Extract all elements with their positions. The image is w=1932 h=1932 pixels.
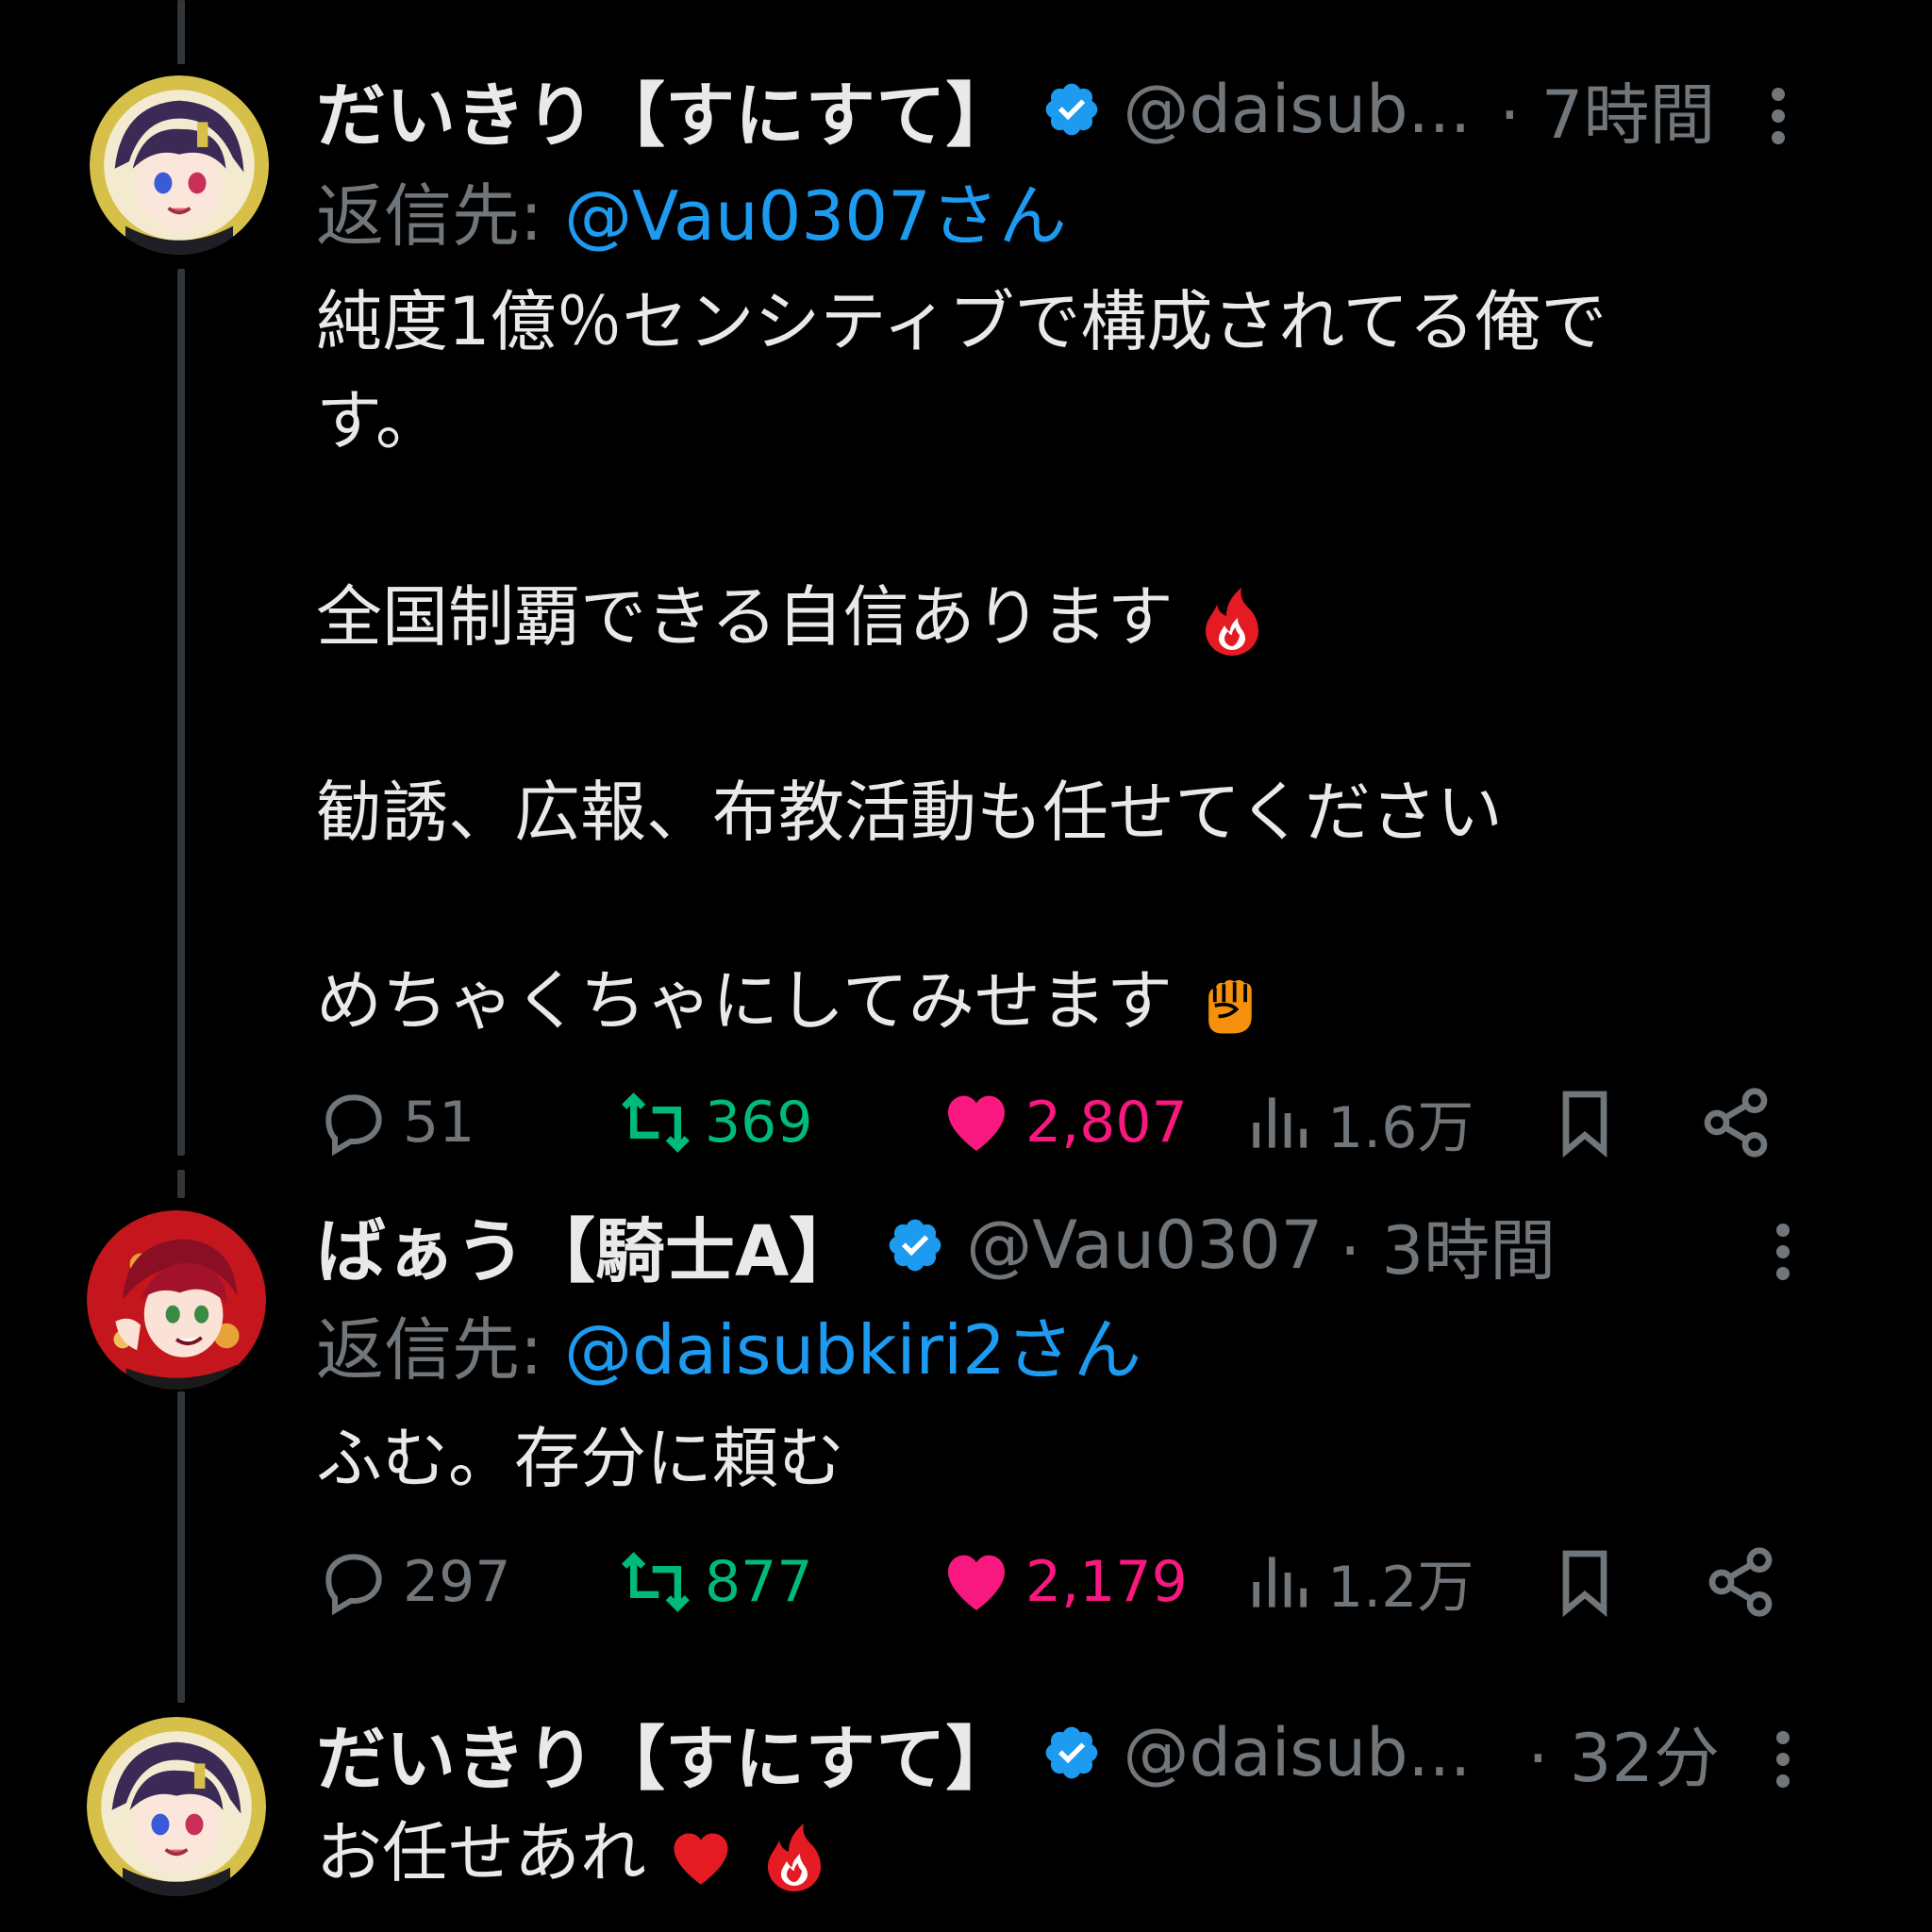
retweet-icon [622,1552,690,1612]
thread-line [177,1391,185,1703]
timestamp[interactable]: · 3時間 [1340,1198,1556,1293]
heart-icon [948,1095,1005,1151]
views-button[interactable]: 1.6万 [1241,1080,1474,1165]
tweet-actions: 297 877 2,179 1.2万 [316,1540,1788,1624]
tweet-actions: 51 369 2,807 1.6万 [316,1080,1788,1165]
thread-line [177,0,185,64]
thread-line [177,1170,185,1198]
red-heart-emoji [674,1833,728,1885]
timestamp[interactable]: · 7時間 [1499,62,1715,158]
share-icon [1704,1088,1768,1158]
tweet-text-line: す。 [316,382,441,459]
bookmark-button[interactable] [1547,1540,1634,1624]
reply-icon [325,1554,382,1616]
reply-mention-link[interactable]: @daisubkiri2さん [564,1310,1141,1390]
user-handle[interactable]: @Vau0307 [966,1207,1323,1284]
like-count: 2,807 [1025,1090,1188,1156]
tweet-text-line: 勧誘、広報、布教活動も任せてください [316,774,1503,851]
raised-fist-emoji [1207,977,1254,1036]
like-button[interactable]: 2,179 [939,1540,1188,1624]
retweet-button[interactable]: 369 [618,1080,813,1165]
retweet-count: 369 [705,1090,813,1156]
bookmark-icon [1562,1091,1607,1158]
retweet-icon [622,1092,690,1153]
reply-count: 297 [403,1549,511,1615]
reply-to-line: 返信先: @daisubkiri2さん [316,1294,1141,1393]
fire-emoji [767,1823,821,1891]
tweet-header: だいきり【すにすて】 @daisub... · 7時間 [316,62,1715,157]
tweet-text-line: めちゃくちゃにしてみせます [316,948,1265,1043]
avatar[interactable] [87,1717,266,1896]
retweet-count: 877 [705,1549,813,1615]
view-count: 1.6万 [1327,1094,1474,1161]
reply-mention-link[interactable]: @Vau0307さん [564,176,1067,256]
reply-prefix: 返信先: [316,1310,565,1390]
display-name[interactable]: ばぁう【騎士A】 [316,1195,858,1296]
verified-badge-icon [1046,1726,1098,1779]
more-options-icon[interactable] [1764,83,1792,158]
tweet-text-line: ふむ。存分に頼む [316,1420,844,1497]
reply-to-line: 返信先: @Vau0307さん [316,160,1067,259]
reply-count: 51 [403,1090,475,1156]
like-button[interactable]: 2,807 [939,1080,1188,1165]
share-button[interactable] [1698,1080,1785,1165]
views-button[interactable]: 1.2万 [1241,1540,1474,1624]
tweet-header: ばぁう【騎士A】 @Vau0307 · 3時間 [316,1198,1556,1292]
more-options-icon[interactable] [1769,1219,1797,1294]
like-count: 2,179 [1025,1549,1188,1615]
share-button[interactable] [1703,1540,1790,1624]
reply-button[interactable]: 297 [316,1540,511,1624]
display-name[interactable]: だいきり【すにすて】 [316,1703,1015,1804]
reply-icon [325,1094,382,1157]
tweet-text: めちゃくちゃにしてみせます [316,962,1173,1040]
reply-prefix: 返信先: [316,176,565,256]
tweet-header: だいきり【すにすて】 @daisub... · 32分 [316,1706,1720,1800]
timestamp[interactable]: · 32分 [1527,1706,1720,1801]
tweet-text-line: 全国制覇できる自信あります [316,564,1270,659]
tweet-text-line: お任せあれ [316,1800,832,1895]
retweet-button[interactable]: 877 [618,1540,813,1624]
verified-badge-icon [889,1219,941,1272]
share-icon [1708,1547,1773,1617]
user-handle[interactable]: @daisub... [1123,71,1471,148]
avatar[interactable] [90,75,269,255]
verified-badge-icon [1046,83,1098,136]
tweet-text: 全国制覇できる自信あります [316,578,1174,656]
more-options-icon[interactable] [1769,1726,1797,1802]
display-name[interactable]: だいきり【すにすて】 [316,59,1015,160]
thread-line [177,269,185,1156]
views-icon [1253,1097,1307,1148]
heart-icon [948,1555,1005,1610]
reply-button[interactable]: 51 [316,1080,475,1165]
tweet-text: お任せあれ [316,1814,646,1891]
tweet-text-line: 純度1億％センシティブで構成されてる俺で [316,283,1607,360]
avatar[interactable] [87,1210,266,1390]
user-handle[interactable]: @daisub... [1123,1714,1471,1791]
fire-emoji [1205,587,1258,656]
bookmark-button[interactable] [1547,1080,1634,1165]
views-icon [1253,1557,1307,1607]
bookmark-icon [1562,1550,1607,1618]
view-count: 1.2万 [1327,1554,1474,1621]
